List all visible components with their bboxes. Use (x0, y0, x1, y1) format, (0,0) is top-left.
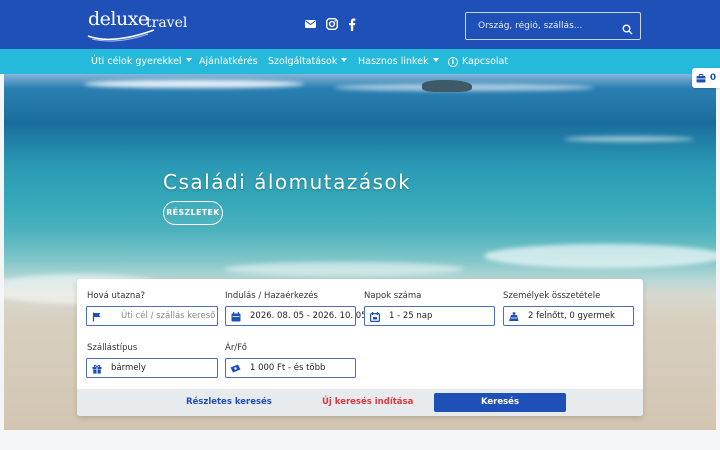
flag-icon (91, 311, 102, 322)
nav-item-destinations[interactable]: Úti célok gyerekkel (91, 49, 192, 74)
hero-details-button[interactable]: RÉSZLETEK (163, 201, 223, 225)
nav-item-quote-request[interactable]: Ajánlatkérés (199, 49, 258, 74)
facebook-icon[interactable] (345, 17, 359, 31)
search-submit-button[interactable]: Keresés (434, 393, 566, 412)
destination-label: Hová utazna? (87, 291, 146, 301)
gift-icon (91, 363, 102, 374)
logo-swoosh (87, 29, 155, 42)
briefcase-icon (696, 73, 706, 82)
calendar-range-icon (369, 311, 380, 322)
nav-item-label: Hasznos linkek (358, 56, 429, 67)
destination-placeholder: Úti cél / szállás kereső (121, 311, 216, 321)
instagram-icon[interactable] (325, 17, 339, 31)
dates-label: Indulás / Hazaérkezés (225, 291, 318, 301)
wave-foam (224, 262, 464, 276)
logo-word-deluxe: deluxe (88, 8, 149, 30)
money-icon (230, 363, 241, 374)
price-value: 1 000 Ft - és több (250, 363, 326, 373)
nav-item-label: Szolgáltatások (268, 56, 338, 67)
cart-count: 0 (709, 73, 717, 83)
chevron-down-icon (341, 58, 348, 62)
search-icon[interactable] (622, 20, 633, 39)
persons-field[interactable]: 2 felnőtt, 0 gyermek (503, 306, 634, 326)
calendar-icon (230, 311, 241, 322)
wave-foam (484, 244, 716, 268)
mail-icon[interactable] (303, 17, 317, 31)
wave-foam (84, 80, 304, 88)
search-panel-footer: Részletes keresés Új keresés indítása Ke… (77, 389, 643, 416)
top-header: deluxe travel (0, 0, 720, 49)
nav-item-contact[interactable]: i Kapcsolat (448, 49, 508, 74)
chevron-down-icon (432, 58, 439, 62)
accommodation-value: bármely (111, 363, 146, 373)
nav-item-useful-links[interactable]: Hasznos linkek (358, 49, 439, 74)
info-icon: i (448, 57, 458, 67)
accommodation-label: Szállástípus (87, 343, 138, 353)
accommodation-field[interactable]: bármely (86, 358, 218, 378)
nav-item-services[interactable]: Szolgáltatások (268, 49, 348, 74)
chevron-down-icon (185, 58, 192, 62)
nav-item-label: Ajánlatkérés (199, 56, 258, 67)
rock (422, 80, 472, 92)
cart-widget[interactable]: 0 (692, 68, 720, 88)
nav-item-label: Kapcsolat (462, 56, 509, 67)
site-search-input[interactable] (466, 13, 616, 39)
deluxe-travel-logo[interactable]: deluxe travel (86, 6, 187, 42)
trip-search-panel: Hová utazna? Úti cél / szállás kereső In… (77, 279, 643, 416)
nights-label: Napok száma (364, 291, 422, 301)
nav-item-label: Úti célok gyerekkel (91, 56, 182, 67)
dates-value: 2026. 08. 05 - 2026. 10. 05 (250, 311, 367, 321)
price-label: Ár/Fő (225, 343, 247, 353)
destination-field[interactable]: Úti cél / szállás kereső (86, 306, 218, 326)
dates-field[interactable]: 2026. 08. 05 - 2026. 10. 05 (225, 306, 367, 326)
hero-title: Családi álomutazások (163, 170, 412, 194)
site-search (465, 12, 641, 40)
nights-value: 1 - 25 nap (389, 311, 433, 321)
nights-field[interactable]: 1 - 25 nap (364, 306, 495, 326)
main-nav: Úti célok gyerekkel Ajánlatkérés Szolgál… (0, 49, 720, 74)
people-icon (508, 311, 519, 322)
wave-foam (564, 136, 694, 142)
persons-label: Személyek összetétele (503, 291, 601, 301)
new-search-link[interactable]: Új keresés indítása (322, 389, 413, 416)
price-field[interactable]: 1 000 Ft - és több (225, 358, 356, 378)
detailed-search-link[interactable]: Részletes keresés (186, 389, 272, 416)
persons-value: 2 felnőtt, 0 gyermek (528, 311, 615, 321)
